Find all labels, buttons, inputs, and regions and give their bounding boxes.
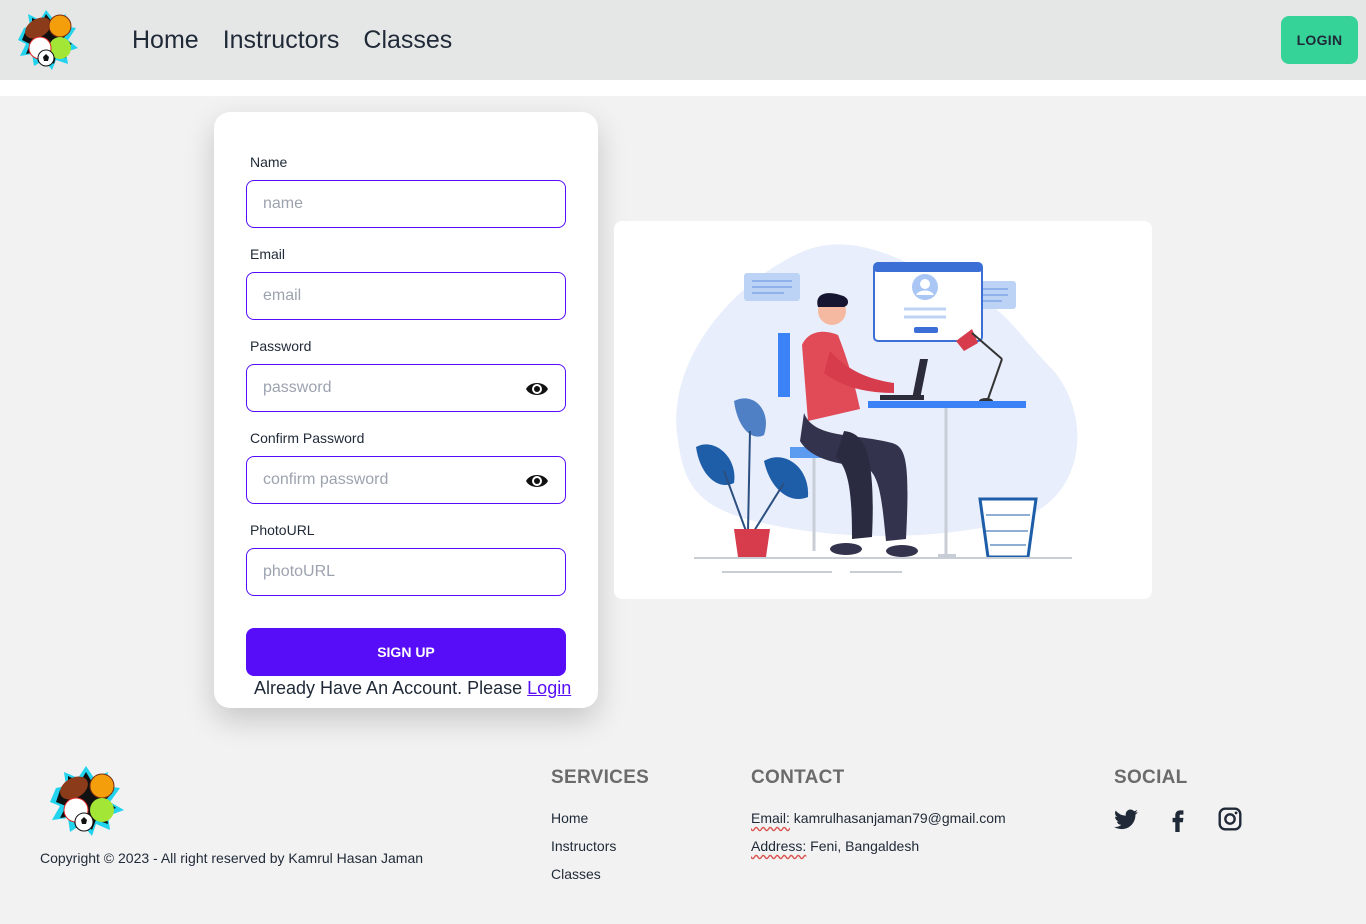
nav-links: Home Instructors Classes bbox=[132, 24, 476, 56]
contact-email: Email: kamrulhasanjaman79@gmail.com bbox=[751, 810, 1006, 826]
services-heading: SERVICES bbox=[551, 767, 650, 788]
footer-link-instructors[interactable]: Instructors bbox=[551, 838, 616, 854]
password-input[interactable] bbox=[247, 365, 565, 411]
login-button[interactable]: LOGIN bbox=[1281, 16, 1358, 64]
social-heading: SOCIAL bbox=[1114, 767, 1188, 788]
nav-link-instructors[interactable]: Instructors bbox=[223, 24, 340, 56]
email-field[interactable] bbox=[246, 272, 566, 320]
twitter-icon[interactable] bbox=[1113, 806, 1139, 832]
footer-link-home[interactable]: Home bbox=[551, 810, 588, 826]
footer-sports-balls-logo bbox=[50, 766, 124, 836]
footer-link-classes[interactable]: Classes bbox=[551, 866, 601, 882]
contact-address: Address: Feni, Bangaldesh bbox=[751, 838, 919, 854]
name-field[interactable] bbox=[246, 180, 566, 228]
email-input[interactable] bbox=[247, 273, 565, 319]
confirm-password-input[interactable] bbox=[247, 457, 565, 503]
contact-heading: CONTACT bbox=[751, 767, 845, 788]
email-value: kamrulhasanjaman79@gmail.com bbox=[793, 810, 1006, 826]
nav-link-classes[interactable]: Classes bbox=[363, 24, 452, 56]
sports-balls-logo[interactable] bbox=[16, 8, 80, 72]
navbar: Home Instructors Classes LOGIN bbox=[0, 0, 1366, 80]
photo-url-field[interactable] bbox=[246, 548, 566, 596]
person-at-desk-illustration bbox=[676, 244, 1078, 573]
email-label: Email bbox=[250, 246, 286, 262]
copyright-text: Copyright © 2023 - All right reserved by… bbox=[40, 850, 424, 866]
name-input[interactable] bbox=[247, 181, 565, 227]
signup-button[interactable]: SIGN UP bbox=[246, 628, 566, 676]
nav-link-home[interactable]: Home bbox=[132, 24, 199, 56]
photo-url-label: PhotoURL bbox=[250, 522, 315, 538]
login-prompt-text: Already Have An Account. Please bbox=[254, 678, 528, 698]
email-label: Email: bbox=[751, 810, 790, 826]
signup-illustration bbox=[614, 221, 1152, 599]
instagram-icon[interactable] bbox=[1217, 806, 1243, 832]
navbar-divider bbox=[0, 80, 1366, 96]
login-prompt: Already Have An Account. Please Login bbox=[254, 678, 571, 699]
address-label: Address: bbox=[751, 838, 807, 854]
password-field[interactable] bbox=[246, 364, 566, 412]
confirm-password-field[interactable] bbox=[246, 456, 566, 504]
facebook-icon[interactable] bbox=[1165, 806, 1191, 832]
confirm-password-label: Confirm Password bbox=[250, 430, 365, 446]
eye-icon[interactable] bbox=[525, 378, 549, 400]
login-link[interactable]: Login bbox=[527, 678, 571, 698]
signup-card: Name Email Password Confirm Password Pho… bbox=[214, 112, 598, 708]
name-label: Name bbox=[250, 154, 288, 170]
password-label: Password bbox=[250, 338, 312, 354]
eye-icon[interactable] bbox=[525, 470, 549, 492]
address-value: Feni, Bangaldesh bbox=[810, 838, 920, 854]
photo-url-input[interactable] bbox=[247, 549, 565, 595]
